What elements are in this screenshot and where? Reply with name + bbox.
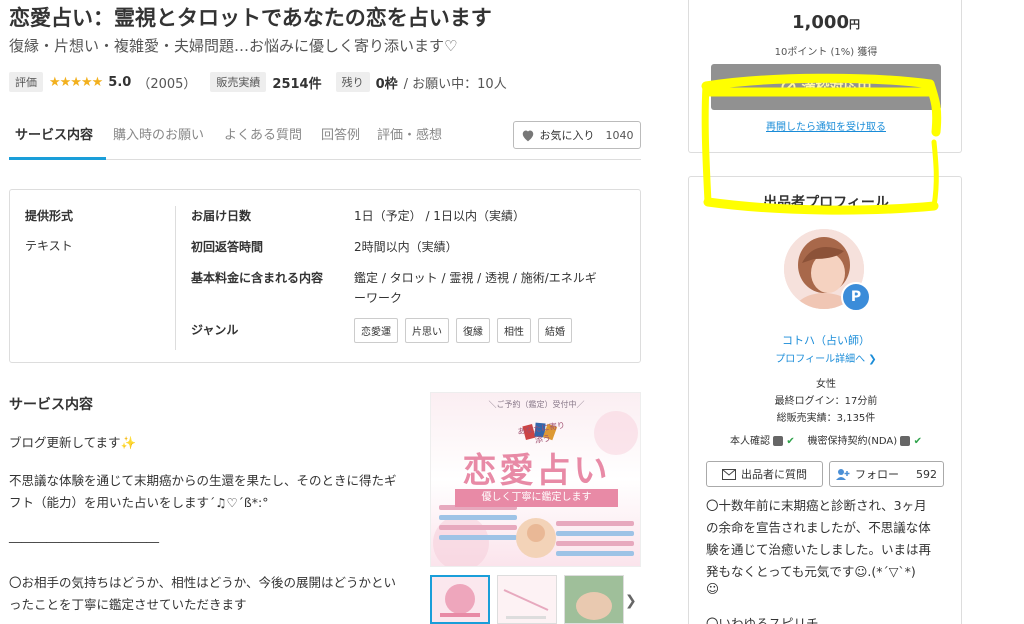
description-line: 不思議な体験を通じて末期癌からの生還を果たし、そのときに得たギ <box>9 473 397 488</box>
thumbnail-preview <box>498 576 556 623</box>
service-subtitle: 復縁・片想い・複雑愛・夫婦問題…お悩みに優しく寄り添います♡ <box>9 37 458 55</box>
follow-button[interactable]: フォロー 592 <box>829 461 944 487</box>
genre-chips: 恋愛運 片思い 復縁 相性 結婚 <box>354 318 572 343</box>
rating-stars-icon: ★★★★★ <box>49 74 103 90</box>
price-currency: 円 <box>848 18 860 31</box>
reply-time-value: 2時間以内（実績） <box>354 240 458 254</box>
thumbnail-strip <box>430 575 641 624</box>
included-value-line2: ーワーク <box>354 291 403 305</box>
thumbnail-preview <box>565 576 623 623</box>
genre-label: ジャンル <box>191 323 239 337</box>
seller-profile-card: 出品者プロフィール P コトハ（占い師） プロフィール詳細へ ❯ 女性 最終ログ… <box>688 176 962 624</box>
service-title: 恋愛占い：霊視とタロットであなたの恋を占います <box>9 6 492 30</box>
rating-tag: 評価 <box>9 72 43 92</box>
description-line: ブログ更新してます✨ <box>9 435 137 450</box>
remaining-tag: 残り <box>335 72 370 92</box>
description-line: 〇お相手の気持ちはどうか、相性はどうか、今後の展開はどうかとい <box>9 575 397 590</box>
profile-intro-line: ☺ <box>706 581 720 596</box>
genre-chip[interactable]: 相性 <box>497 318 531 343</box>
follow-label: フォロー <box>855 468 899 481</box>
highlight-annotation <box>701 73 942 215</box>
favorite-count: 1040 <box>605 128 634 142</box>
description-heading: サービス内容 <box>9 397 93 413</box>
thumbnail-item[interactable] <box>564 575 624 624</box>
delivery-label: お届け日数 <box>191 209 252 223</box>
check-icon: ✔ <box>913 436 922 447</box>
thumbnail-item[interactable] <box>430 575 490 624</box>
tab-faq[interactable]: よくある質問 <box>224 124 302 143</box>
spec-divider <box>175 206 176 350</box>
thumbnail-item[interactable] <box>497 575 557 624</box>
mail-icon <box>722 468 736 480</box>
profile-intro-line: 〇いわゆるスピリチ <box>706 616 819 624</box>
thumbnail-sub-text: 優しく丁寧に鑑定します <box>455 489 618 507</box>
check-icon: ✔ <box>786 436 795 447</box>
profile-intro-line: 発もなくとっても元気です☺.(*´▽`*) <box>706 564 916 579</box>
price-value: 1,000 <box>792 12 849 33</box>
profile-intro-line: の余命を宣告されましたが、不思議な体 <box>706 520 931 535</box>
tab-service[interactable]: サービス内容 <box>15 124 93 143</box>
verification-row: 本人確認 ✔ 機密保持契約(NDA) ✔ <box>689 432 963 447</box>
thumbnail-preview <box>432 577 488 622</box>
thumbnail-main-text: 恋愛占い <box>462 451 611 491</box>
in-progress-value: / お願い中：10人 <box>403 76 507 92</box>
ask-seller-button[interactable]: 出品者に質問 <box>706 461 823 487</box>
delivery-value: 1日（予定） / 1日以内（実績） <box>354 209 525 223</box>
heart-icon <box>522 130 533 141</box>
profile-intro-line: 験を通じて治癒いたしました。いまは再 <box>706 542 932 557</box>
genre-chip[interactable]: 恋愛運 <box>354 318 398 343</box>
review-count-link[interactable]: （2005） <box>137 73 196 92</box>
sales-value: 2514件 <box>272 76 322 92</box>
active-tab-indicator <box>9 157 106 160</box>
remaining-value: 0枠 <box>375 76 398 92</box>
id-card-icon <box>773 436 784 446</box>
add-user-icon <box>836 468 850 480</box>
favorite-label: お気に入り <box>539 129 595 142</box>
tab-reviews[interactable]: 評価・感想 <box>377 124 442 143</box>
rating-value: 5.0 <box>108 74 132 90</box>
tab-purchase-request[interactable]: 購入時のお願い <box>113 124 204 143</box>
description-line: ったことを丁寧に鑑定させていただきます <box>9 597 247 612</box>
document-icon <box>900 436 911 446</box>
follow-count: 592 <box>916 467 937 481</box>
stats-row: 評価 ★★★★★ 5.0 （2005） 販売実績 2514件 残り 0枠 / お… <box>9 72 507 92</box>
chevron-right-icon[interactable]: ❯ <box>625 593 637 609</box>
price: 1,000円 <box>689 12 963 33</box>
included-value-line1: 鑑定 / タロット / 霊視 / 透視 / 施術/エネルギ <box>354 271 597 285</box>
seller-name-link[interactable]: コトハ（占い師） <box>689 332 963 348</box>
format-label: 提供形式 <box>25 209 74 223</box>
format-value: テキスト <box>25 239 73 253</box>
nda-label: 機密保持契約(NDA) <box>807 436 898 447</box>
service-tabs: サービス内容 購入時のお願い よくある質問 回答例 評価・感想 お気に入り 10… <box>9 112 641 160</box>
profile-detail-link[interactable]: プロフィール詳細へ ❯ <box>689 350 963 365</box>
service-spec-box: 提供形式 テキスト お届け日数 1日（予定） / 1日以内（実績） 初回返答時間… <box>9 189 641 363</box>
reply-time-label: 初回返答時間 <box>191 240 264 254</box>
points-earned: 10ポイント (1%) 獲得 <box>774 47 878 58</box>
identity-label: 本人確認 <box>730 436 771 447</box>
favorite-button[interactable]: お気に入り 1040 <box>513 121 641 149</box>
description-line: フト（能力）を用いた占いをします´♫♡´ß*:° <box>9 495 269 510</box>
genre-chip[interactable]: 結婚 <box>538 318 572 343</box>
seller-total-sales: 総販売実績：3,135件 <box>776 413 876 424</box>
genre-chip[interactable]: 片思い <box>405 318 449 343</box>
genre-chip[interactable]: 復縁 <box>456 318 490 343</box>
profile-intro-line: 〇十数年前に末期癌と診断され、3ヶ月 <box>706 498 927 513</box>
description-divider-line: ________________________ <box>9 528 159 543</box>
sales-tag: 販売実績 <box>210 72 267 92</box>
pro-badge-icon: P <box>841 282 871 312</box>
thumbnail-banner: ＼ご予約（鑑定）受付中／ <box>488 400 585 409</box>
included-label: 基本料金に含まれる内容 <box>191 271 324 285</box>
seller-gender: 女性 <box>816 379 836 390</box>
seller-last-login: 最終ログイン：17分前 <box>774 396 878 407</box>
tab-answer-examples[interactable]: 回答例 <box>321 124 360 143</box>
service-main-image[interactable]: ＼ご予約（鑑定）受付中／ あなたに寄り添う 恋愛占い 優しく丁寧に鑑定します <box>430 392 641 567</box>
ask-seller-label: 出品者に質問 <box>741 468 807 481</box>
